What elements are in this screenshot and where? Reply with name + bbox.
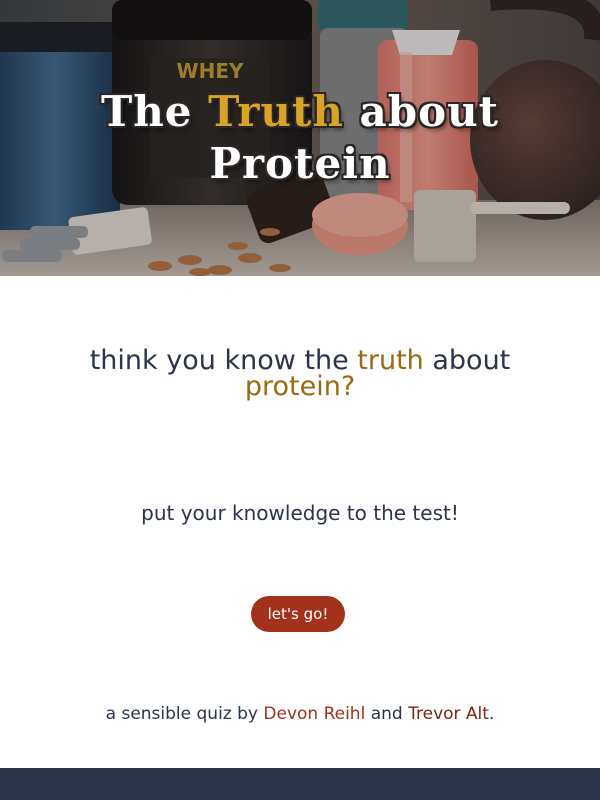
credits-prefix: a sensible quiz by — [105, 704, 264, 724]
quiz-subtitle: put your knowledge to the test! — [141, 501, 459, 525]
main-content: think you know the truth about protein? … — [0, 276, 600, 768]
page-title: The Truth about Protein — [0, 86, 600, 190]
quiz-landing-page: WHEY The Truth about Protein think you k… — [0, 0, 600, 800]
author-link-devon[interactable]: Devon Reihl — [263, 704, 365, 724]
question-accent-truth: truth — [357, 345, 424, 376]
title-text-part2: about — [343, 87, 500, 136]
credits-joiner: and — [365, 704, 409, 724]
footer-bar — [0, 768, 600, 800]
start-quiz-button[interactable]: let's go! — [251, 596, 345, 632]
title-text-part1: The — [100, 87, 209, 136]
hero-banner: WHEY The Truth about Protein — [0, 0, 600, 276]
question-text-part2: about — [423, 345, 511, 376]
title-text-line2: Protein — [209, 139, 391, 188]
title-accent-word: Truth — [208, 87, 344, 136]
question-accent-protein: protein? — [244, 371, 356, 402]
author-link-trevor[interactable]: Trevor Alt — [408, 704, 489, 724]
credits-suffix: . — [488, 704, 495, 724]
quiz-question-heading: think you know the truth about protein? — [40, 345, 560, 402]
credits-line: a sensible quiz by Devon Reihl and Trevo… — [20, 702, 580, 726]
